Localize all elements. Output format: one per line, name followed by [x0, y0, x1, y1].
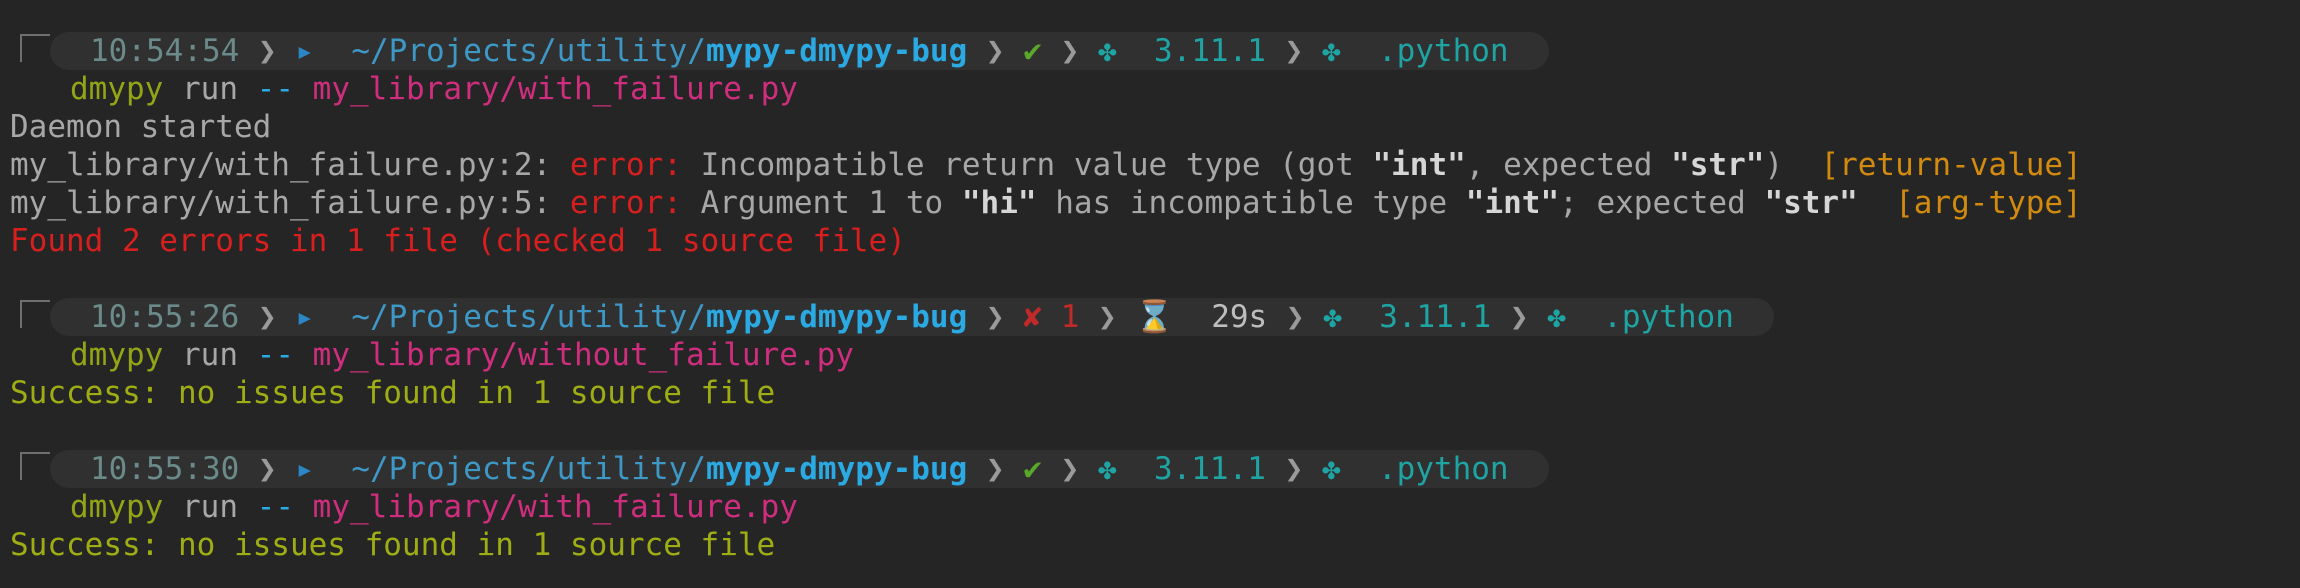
success-message: Success: no issues found in 1 source fil… [10, 527, 776, 563]
error-summary: Found 2 errors in 1 file (checked 1 sour… [10, 223, 906, 259]
python-icon: ✤ [1547, 299, 1566, 335]
command-line: dmypy run -- my_library/with_failure.py [70, 70, 798, 108]
exit-code: 1 [1060, 299, 1080, 335]
separator-icon: ❯ [257, 451, 277, 487]
command-arg: -- [256, 489, 294, 525]
venv-name: .python [1603, 299, 1734, 335]
prompt-corner-line [20, 34, 50, 62]
command-arg: run [182, 337, 238, 373]
separator-icon: ❯ [257, 299, 277, 335]
venv-name: .python [1377, 33, 1509, 69]
python-icon: ✤ [1321, 33, 1341, 69]
output-daemon: Daemon started [10, 109, 272, 145]
separator-icon: ❯ [1509, 299, 1529, 335]
error-location: my_library/with_failure.py:2: [10, 147, 570, 183]
path-dir: mypy-dmypy-bug [705, 33, 968, 69]
error-text: ) [1764, 147, 1821, 183]
command-program: dmypy [70, 71, 164, 107]
python-icon: ✤ [1097, 33, 1117, 69]
error-quoted: "str" [1671, 147, 1765, 183]
prompt-bar: 10:54:54 ❯ ▸ ~/Projects/utility/mypy-dmy… [50, 32, 1549, 70]
error-text: ; expected [1559, 185, 1765, 221]
prompt-time: 10:54:54 [90, 33, 240, 69]
error-line: my_library/with_failure.py:2: error: Inc… [10, 146, 2082, 184]
success-message: Success: no issues found in 1 source fil… [10, 375, 776, 411]
error-label: error: [569, 147, 682, 183]
cross-icon: ✘ [1023, 299, 1042, 335]
folder-icon: ▸ [295, 33, 314, 69]
error-text [1858, 185, 1895, 221]
path-dir: mypy-dmypy-bug [705, 299, 968, 335]
separator-icon: ❯ [1285, 299, 1305, 335]
command-file: my_library/without_failure.py [312, 337, 854, 373]
terminal-window[interactable]: 10:54:54 ❯ ▸ ~/Projects/utility/mypy-dmy… [0, 0, 2300, 588]
separator-icon: ❯ [985, 299, 1005, 335]
venv-name: .python [1377, 451, 1509, 487]
python-version: 3.11.1 [1153, 33, 1266, 69]
error-quoted: "int" [1372, 147, 1466, 183]
prompt-time: 10:55:30 [90, 451, 240, 487]
error-quoted: "int" [1465, 185, 1560, 221]
command-file: my_library/with_failure.py [312, 489, 798, 525]
error-line: my_library/with_failure.py:5: error: Arg… [10, 184, 2082, 222]
error-label: error: [569, 185, 682, 221]
error-quoted: "str" [1764, 185, 1858, 221]
command-program: dmypy [70, 337, 164, 373]
hourglass-icon: ⌛ [1135, 299, 1174, 335]
folder-icon: ▸ [295, 299, 314, 335]
duration: 29s [1211, 299, 1268, 335]
command-arg: run [182, 489, 238, 525]
prompt-corner-line [20, 452, 50, 480]
python-icon: ✤ [1097, 451, 1117, 487]
error-text: , expected [1465, 147, 1672, 183]
error-text: has incompatible type [1036, 185, 1466, 221]
command-arg: -- [256, 71, 294, 107]
separator-icon: ❯ [1284, 33, 1304, 69]
prompt-bar: 10:55:26 ❯ ▸ ~/Projects/utility/mypy-dmy… [50, 298, 1774, 336]
command-program: dmypy [70, 489, 164, 525]
error-text: Argument 1 to [681, 185, 962, 221]
python-version: 3.11.1 [1153, 451, 1266, 487]
python-icon: ✤ [1321, 451, 1341, 487]
folder-icon: ▸ [295, 451, 314, 487]
prompt-bar: 10:55:30 ❯ ▸ ~/Projects/utility/mypy-dmy… [50, 450, 1549, 488]
separator-icon: ❯ [1060, 33, 1080, 69]
check-icon: ✔ [1023, 33, 1042, 69]
command-line: dmypy run -- my_library/without_failure.… [70, 336, 854, 374]
check-icon: ✔ [1023, 451, 1042, 487]
python-icon: ✤ [1323, 299, 1342, 335]
separator-icon: ❯ [257, 33, 277, 69]
error-quoted: "hi" [961, 185, 1037, 221]
separator-icon: ❯ [1060, 451, 1080, 487]
separator-icon: ❯ [1097, 299, 1117, 335]
prompt-time: 10:55:26 [90, 299, 240, 335]
separator-icon: ❯ [1284, 451, 1304, 487]
path-dir: mypy-dmypy-bug [705, 451, 968, 487]
command-arg: run [182, 71, 238, 107]
error-location: my_library/with_failure.py:5: [10, 185, 570, 221]
separator-icon: ❯ [985, 451, 1005, 487]
command-line: dmypy run -- my_library/with_failure.py [70, 488, 798, 526]
error-text: Incompatible return value type (got [681, 147, 1373, 183]
path-prefix: ~/Projects/utility/ [351, 451, 706, 487]
command-arg: -- [256, 337, 294, 373]
command-file: my_library/with_failure.py [312, 71, 798, 107]
error-code: [arg-type] [1895, 185, 2082, 221]
path-prefix: ~/Projects/utility/ [351, 33, 706, 69]
python-version: 3.11.1 [1379, 299, 1492, 335]
path-prefix: ~/Projects/utility/ [351, 299, 706, 335]
separator-icon: ❯ [985, 33, 1005, 69]
error-code: [return-value] [1820, 147, 2082, 183]
prompt-corner-line [20, 300, 50, 328]
